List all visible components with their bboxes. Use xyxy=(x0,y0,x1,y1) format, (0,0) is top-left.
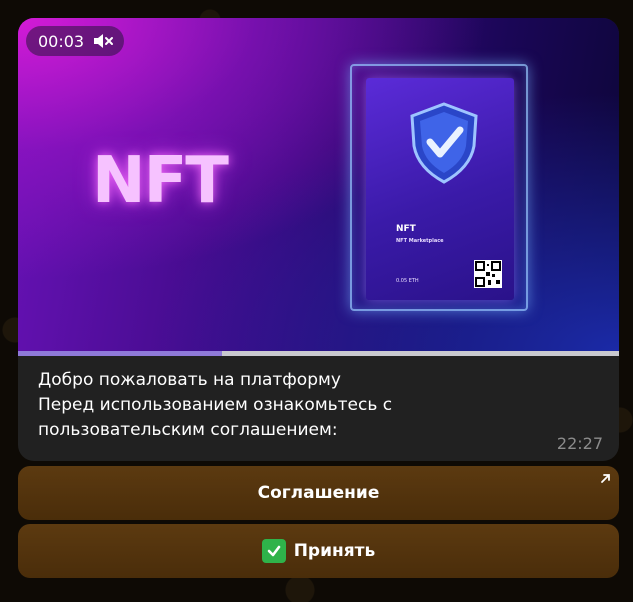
agreement-button[interactable]: Соглашение xyxy=(18,466,619,520)
mute-icon[interactable] xyxy=(92,32,114,50)
message-line-3: пользовательским соглашением: xyxy=(38,420,338,440)
nft-card: NFT NFT Marketplace 0.05 ETH xyxy=(366,78,514,300)
card-title: NFT xyxy=(396,224,416,234)
accept-button[interactable]: Принять xyxy=(18,524,619,578)
message-text: Добро пожаловать на платформу Перед испо… xyxy=(38,368,598,443)
card-subtitle: NFT Marketplace xyxy=(396,238,444,244)
shield-check-icon xyxy=(410,102,478,184)
message-line-1: Добро пожаловать на платформу xyxy=(38,370,341,390)
message-line-2: Перед использованием ознакомьтесь с xyxy=(38,395,393,415)
external-link-icon xyxy=(601,474,610,483)
check-mark-icon xyxy=(261,539,286,563)
nft-logo: NFT xyxy=(92,144,229,218)
duration-label: 00:03 xyxy=(38,31,85,51)
qr-code-icon xyxy=(474,260,502,288)
agreement-button-label: Соглашение xyxy=(257,483,380,503)
video-progress-bar[interactable] xyxy=(18,351,619,356)
card-price: 0.05 ETH xyxy=(396,278,419,284)
video-progress-fill xyxy=(18,351,223,356)
message-time: 22:27 xyxy=(556,434,603,453)
video-timer: 00:03 xyxy=(26,26,125,56)
video-preview[interactable]: 00:03 NFT NFT NFT Marketplace 0.05 ETH xyxy=(18,18,619,353)
accept-button-label: Принять xyxy=(293,541,376,561)
message-bubble: 00:03 NFT NFT NFT Marketplace 0.05 ETH Д… xyxy=(18,18,619,461)
